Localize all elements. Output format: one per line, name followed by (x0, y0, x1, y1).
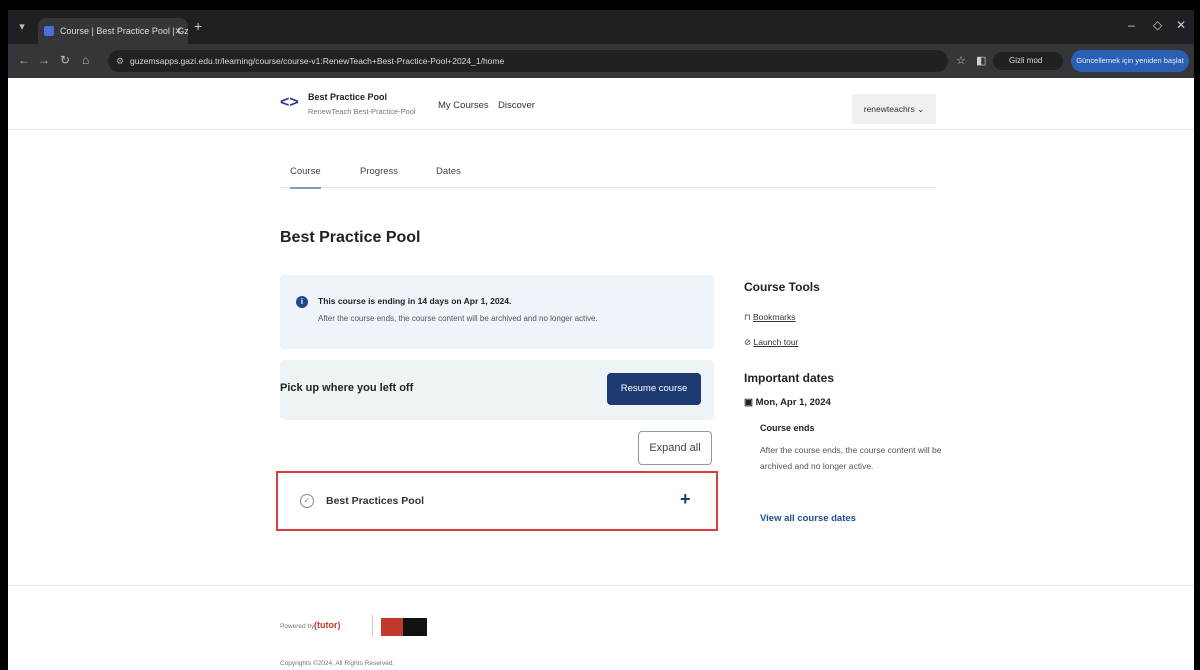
favicon-icon (44, 26, 54, 36)
header-course-sub: RenewTeach Best-Practice-Pool (308, 107, 416, 116)
tab-course[interactable]: Course (290, 166, 321, 189)
user-name: renewteachrs (863, 104, 915, 114)
check-circle-icon: ✓ (300, 494, 314, 508)
forward-icon[interactable]: → (38, 53, 50, 67)
side-panel-icon[interactable]: ◧ (976, 54, 986, 67)
page: <> Best Practice Pool RenewTeach Best-Pr… (8, 78, 1194, 670)
footer-divider (8, 585, 1194, 586)
site-info-icon[interactable]: ⚙ (116, 50, 124, 72)
close-tab-icon[interactable]: ✕ (174, 18, 182, 44)
site-header: <> Best Practice Pool RenewTeach Best-Pr… (8, 78, 1194, 130)
powered-by-label: Powered by (280, 623, 315, 630)
update-label: Güncellemek için yeniden başlat (1076, 56, 1184, 65)
course-tools-title: Course Tools (744, 280, 820, 294)
tab-search-icon[interactable]: ▾ (14, 19, 30, 35)
new-tab-icon[interactable]: + (194, 18, 202, 34)
bookmarks-label: Bookmarks (753, 312, 796, 322)
user-menu[interactable]: renewteachrs ⌄ (852, 94, 936, 124)
address-bar[interactable]: ⚙ guzemsapps.gazi.edu.tr/learning/course… (108, 50, 948, 72)
expand-all-button[interactable]: Expand all (638, 431, 712, 465)
tutor-logo[interactable]: (tutor) (314, 620, 341, 630)
launch-tour-label: Launch tour (753, 337, 799, 347)
nav-discover[interactable]: Discover (498, 100, 535, 111)
tab-progress[interactable]: Progress (360, 166, 398, 177)
reload-icon[interactable]: ↻ (60, 53, 70, 67)
tab-bar: ▾ Course | Best Practice Pool | Gz… ✕ + … (8, 10, 1194, 44)
browser-toolbar: ← → ↻ ⌂ ⚙ guzemsapps.gazi.edu.tr/learnin… (8, 44, 1194, 78)
course-ending-alert: i This course is ending in 14 days on Ap… (280, 275, 714, 349)
resume-label: Pick up where you left off (280, 382, 414, 394)
important-dates-title: Important dates (744, 371, 835, 385)
header-course-name: Best Practice Pool (308, 92, 388, 102)
update-button[interactable]: Güncellemek için yeniden başlat (1071, 50, 1189, 72)
minimize-icon[interactable]: – (1128, 18, 1135, 32)
bookmarks-link[interactable]: ⊓ Bookmarks (744, 312, 796, 323)
alert-text: After the course ends, the course conten… (318, 314, 598, 323)
resume-panel: Pick up where you left off Resume course (280, 360, 714, 420)
info-icon: i (296, 296, 308, 308)
browser-tab[interactable]: Course | Best Practice Pool | Gz… ✕ (38, 18, 188, 44)
footer-separator (372, 615, 373, 637)
course-ends-desc: After the course ends, the course conten… (760, 445, 942, 471)
url-text: guzemsapps.gazi.edu.tr/learning/course/c… (130, 56, 505, 66)
date-value: Mon, Apr 1, 2024 (755, 397, 831, 408)
tab-dates[interactable]: Dates (436, 166, 461, 177)
page-title: Best Practice Pool (280, 229, 421, 246)
calendar-icon: ▣ (744, 397, 756, 408)
guest-label: Gizli mod (1009, 56, 1043, 65)
course-ends-label: Course ends (760, 423, 815, 433)
restore-icon[interactable]: ◇ (1153, 18, 1162, 32)
important-date: ▣ Mon, Apr 1, 2024 (744, 397, 831, 408)
section-title: Best Practices Pool (326, 495, 425, 507)
guest-profile-button[interactable]: Gizli mod (993, 52, 1063, 70)
expand-plus-icon[interactable]: + (680, 489, 691, 510)
back-icon[interactable]: ← (18, 53, 30, 67)
chevron-down-icon: ⌄ (917, 104, 925, 114)
resume-course-button[interactable]: Resume course (607, 373, 701, 405)
copyright-text: Copyrights ©2024. All Rights Reserved. (280, 660, 395, 667)
nav-my-courses[interactable]: My Courses (438, 100, 489, 111)
launch-tour-link[interactable]: ⊘ Launch tour (744, 337, 798, 348)
bookmark-icon: ⊓ (744, 312, 753, 322)
logo-icon[interactable]: <> (280, 94, 299, 112)
view-all-dates-link[interactable]: View all course dates (760, 513, 856, 524)
tab-title: Course | Best Practice Pool | Gz… (60, 26, 188, 36)
home-icon[interactable]: ⌂ (82, 53, 89, 67)
course-tabs: Course Progress Dates (280, 156, 936, 189)
course-section[interactable]: ✓ Best Practices Pool + (276, 471, 718, 531)
openedx-logo[interactable] (381, 618, 427, 636)
alert-title: This course is ending in 14 days on Apr … (318, 296, 512, 306)
browser-window: ▾ Course | Best Practice Pool | Gz… ✕ + … (8, 10, 1194, 670)
star-icon[interactable]: ☆ (956, 54, 966, 67)
close-window-icon[interactable]: ✕ (1176, 18, 1186, 32)
